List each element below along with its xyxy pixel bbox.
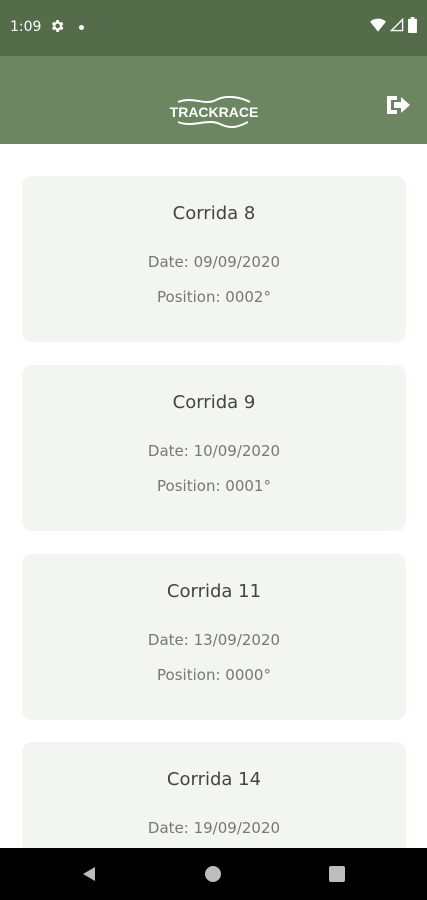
race-date: Date: 19/09/2020 — [147, 819, 281, 837]
race-card[interactable]: Corrida 14 Date: 19/09/2020 — [22, 742, 406, 848]
race-card[interactable]: Corrida 11 Date: 13/09/2020 Position: 00… — [22, 554, 406, 720]
status-time: 1:09 — [10, 19, 42, 35]
settings-gear-icon — [51, 20, 64, 32]
race-date: Date: 10/09/2020 — [147, 442, 281, 460]
race-card[interactable]: Corrida 8 Date: 09/09/2020 Position: 000… — [22, 176, 406, 342]
race-date: Date: 09/09/2020 — [147, 253, 281, 271]
race-title: Corrida 9 — [172, 392, 256, 413]
race-title: Corrida 8 — [172, 203, 256, 224]
race-position: Position: 0002° — [157, 288, 271, 306]
trackrace-logo: TRACKRACE — [170, 95, 259, 129]
race-position: Position: 0000° — [157, 666, 271, 684]
status-icons — [370, 17, 417, 33]
wifi-icon — [370, 18, 386, 32]
notification-dot-icon — [79, 25, 84, 30]
battery-icon — [408, 17, 417, 33]
status-bar: 1:09 — [0, 0, 427, 56]
race-title: Corrida 14 — [166, 769, 262, 790]
back-icon[interactable] — [80, 865, 98, 883]
race-list[interactable]: Corrida 8 Date: 09/09/2020 Position: 000… — [0, 144, 427, 848]
race-position: Position: 0001° — [157, 477, 271, 495]
logo-text: TRACKRACE — [170, 104, 259, 120]
signal-icon — [390, 18, 404, 32]
logout-icon[interactable] — [385, 94, 411, 116]
recents-icon[interactable] — [329, 866, 345, 882]
race-card[interactable]: Corrida 9 Date: 10/09/2020 Position: 000… — [22, 365, 406, 531]
race-date: Date: 13/09/2020 — [147, 631, 281, 649]
home-icon[interactable] — [205, 866, 221, 882]
race-title: Corrida 11 — [166, 581, 262, 602]
